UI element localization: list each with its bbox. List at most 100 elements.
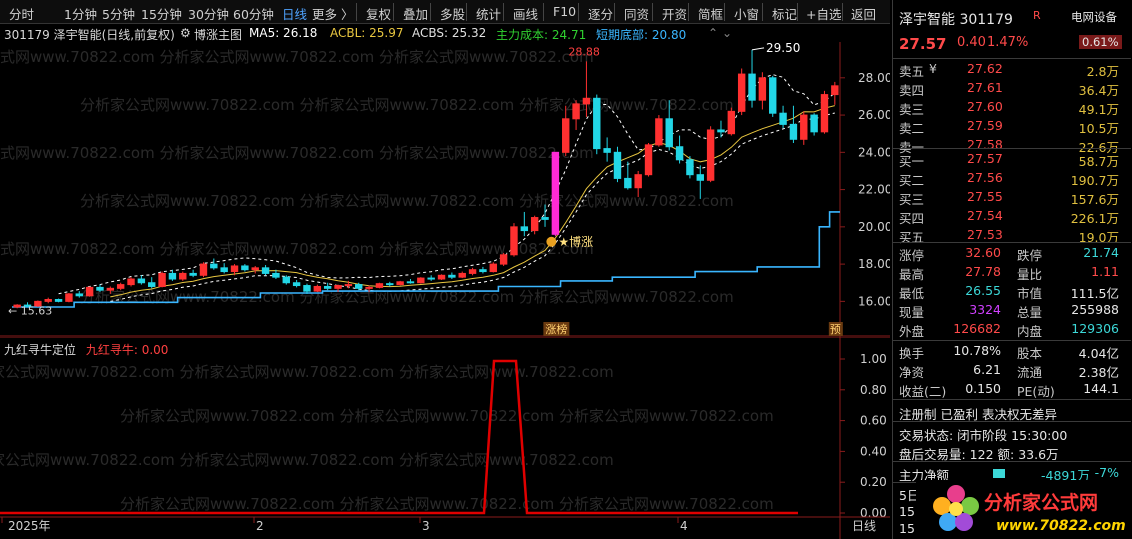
- toolbar-item-14[interactable]: 逐分: [588, 4, 613, 23]
- x-tick-label: 4: [680, 519, 688, 533]
- candle: [551, 151, 560, 237]
- toolbar-separator: [842, 3, 843, 21]
- ask-row: 卖三 27.60 49.1万: [893, 98, 1125, 117]
- candle-body: [758, 77, 767, 101]
- toolbar-item-7[interactable]: 更多 〉: [312, 4, 353, 23]
- toolbar-separator: [393, 3, 394, 21]
- toolbar-separator: [543, 3, 544, 21]
- toolbar-item-6[interactable]: 日线: [282, 4, 307, 23]
- toolbar-item-5[interactable]: 60分钟: [233, 4, 274, 23]
- indicator-chart[interactable]: 分析家公式网www.70822.com 分析家公式网www.70822.com …: [0, 337, 890, 539]
- candle-body: [148, 282, 156, 287]
- candle-body: [396, 281, 404, 286]
- toolbar-item-0[interactable]: 分时: [9, 4, 34, 23]
- bid-label: 买三: [899, 192, 925, 207]
- bid-label: 买四: [899, 211, 925, 226]
- candle-body: [75, 293, 83, 297]
- status-row: 交易状态: 闭市阶段 15:30:00: [893, 424, 1125, 443]
- y-tick-label: 18.00: [858, 257, 890, 271]
- collapse-icon[interactable]: ⌃: [708, 26, 718, 40]
- y-tick-label: 16.00: [858, 294, 890, 308]
- toolbar-item-13[interactable]: F10: [553, 4, 576, 19]
- y-tick-label: 0.00: [860, 506, 887, 520]
- main-flow-pct: -7%: [1094, 465, 1119, 480]
- toolbar-item-18[interactable]: 小窗: [734, 4, 759, 23]
- candle: [65, 292, 73, 303]
- toolbar-item-19[interactable]: 标记: [772, 4, 797, 23]
- candle-body: [334, 285, 342, 289]
- indicator-line: [0, 359, 798, 515]
- stat-value: 126682: [953, 321, 1001, 336]
- high-price-label: 28.88: [568, 45, 600, 58]
- stat-value: 10.78%: [953, 343, 1001, 358]
- toolbar-item-21[interactable]: 返回: [851, 4, 876, 23]
- candle: [386, 281, 394, 287]
- candle: [810, 113, 818, 136]
- main-cost-value: 主力成本: 24.71: [496, 28, 587, 42]
- stat-value: 27.78: [965, 264, 1001, 279]
- toolbar-item-4[interactable]: 30分钟: [188, 4, 229, 23]
- panel-divider: [893, 421, 1131, 422]
- price-change: 0.40: [957, 35, 986, 50]
- ask-label: 卖三: [899, 102, 925, 117]
- candle: [520, 211, 529, 237]
- panel-divider: [893, 242, 1131, 243]
- stat-label: 跌停: [1017, 248, 1043, 263]
- toolbar-separator: [688, 3, 689, 21]
- candle: [406, 279, 415, 284]
- candle-body: [655, 118, 663, 146]
- stat-row: 最低 26.55 市值 111.5亿: [893, 282, 1125, 301]
- candle: [831, 81, 839, 105]
- toolbar-item-8[interactable]: 复权: [366, 4, 391, 23]
- acbs-value: ACBS: 25.32: [412, 26, 487, 40]
- stat-label: 净资: [899, 365, 925, 380]
- toolbar-item-12[interactable]: 画线: [513, 4, 538, 23]
- candle-body: [261, 267, 270, 274]
- toolbar-item-20[interactable]: +自选: [806, 4, 841, 23]
- stock-title: 泽宇智能 301179: [899, 12, 1013, 28]
- candle: [148, 277, 156, 289]
- toolbar-separator: [578, 3, 579, 21]
- indicator-name: 九红寻牛定位: [4, 343, 77, 357]
- candle: [448, 272, 456, 280]
- candle-body: [624, 177, 632, 189]
- candle-body: [44, 299, 52, 302]
- candle: [241, 264, 249, 272]
- candle-body: [116, 284, 125, 289]
- y-tick-label: 0.20: [860, 475, 887, 489]
- toolbar-item-15[interactable]: 同资: [624, 4, 649, 23]
- candle: [199, 262, 208, 278]
- candlestick-chart[interactable]: 分析家公式网www.70822.com 分析家公式网www.70822.com …: [0, 42, 890, 337]
- y-tick-label: 26.00: [858, 108, 890, 122]
- candle-body: [458, 272, 466, 278]
- candle-body: [282, 276, 290, 284]
- candle-body: [365, 286, 373, 289]
- toolbar-item-11[interactable]: 统计: [476, 4, 501, 23]
- toolbar-item-2[interactable]: 5分钟: [102, 4, 135, 23]
- period-label: 日线: [852, 519, 876, 533]
- toolbar-item-10[interactable]: 多股: [440, 4, 465, 23]
- candle: [510, 223, 518, 257]
- toolbar-item-16[interactable]: 开资: [662, 4, 687, 23]
- stat-row: 换手 10.78% 股本 4.04亿: [893, 342, 1125, 361]
- formula-name[interactable]: 博涨主图: [194, 26, 242, 43]
- bid-row: 买三 27.55 157.6万: [893, 188, 1125, 207]
- sector-pct: 0.61%: [1079, 35, 1122, 49]
- toolbar-item-17[interactable]: 简框: [698, 4, 723, 23]
- stat-value: 111.5亿: [1070, 286, 1119, 301]
- settings-icon[interactable]: ⚙: [180, 26, 191, 40]
- toolbar-item-9[interactable]: 叠加: [403, 4, 428, 23]
- candle: [820, 90, 829, 134]
- dropdown-icon[interactable]: ⌄: [722, 26, 732, 40]
- ma5-value: MA5: 26.18: [249, 26, 318, 40]
- toolbar-item-1[interactable]: 1分钟: [64, 4, 97, 23]
- candle-body: [106, 287, 115, 291]
- stat-label: 市值: [1017, 286, 1043, 301]
- main-flow-bar: [993, 469, 1005, 478]
- ask-price: 27.59: [967, 118, 1003, 133]
- candle-body: [127, 278, 135, 286]
- candle-body: [272, 272, 280, 278]
- toolbar-item-3[interactable]: 15分钟: [141, 4, 182, 23]
- stock-code-name: 301179 泽宇智能(日线,前复权): [4, 28, 175, 42]
- candle: [427, 275, 435, 281]
